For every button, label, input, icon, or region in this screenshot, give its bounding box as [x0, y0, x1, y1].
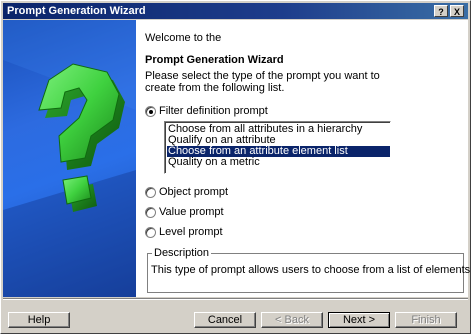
list-item[interactable]: Quality on a metric: [167, 157, 390, 168]
instructions-text: Please select the type of the prompt you…: [145, 70, 380, 94]
welcome-text: Welcome to the: [145, 32, 222, 44]
description-text: This type of prompt allows users to choo…: [151, 264, 471, 276]
radio-label-object: Object prompt: [159, 186, 229, 198]
wizard-heading: Prompt Generation Wizard: [145, 54, 284, 66]
help-icon[interactable]: ?: [434, 5, 448, 17]
wizard-body: Welcome to the Prompt Generation Wizard …: [3, 20, 471, 297]
close-icon[interactable]: X: [450, 5, 464, 17]
description-groupbox: Description This type of prompt allows u…: [147, 247, 471, 293]
title-bar[interactable]: Prompt Generation Wizard ? X: [3, 3, 468, 19]
radio-label-filter: Filter definition prompt: [159, 105, 268, 117]
radio-label-level: Level prompt: [159, 226, 223, 238]
next-button[interactable]: Next >: [328, 312, 390, 328]
help-button[interactable]: Help: [8, 312, 70, 328]
radio-selected-dot: [149, 110, 153, 114]
radio-button[interactable]: [145, 227, 156, 238]
description-legend: Description: [152, 247, 212, 259]
wizard-content: Welcome to the Prompt Generation Wizard …: [144, 20, 471, 297]
finish-button[interactable]: Finish: [395, 312, 457, 328]
wizard-window: Prompt Generation Wizard ? X Welcome to …: [0, 0, 471, 334]
button-separator: [3, 298, 468, 300]
radio-button[interactable]: [145, 207, 156, 218]
radio-button[interactable]: [145, 187, 156, 198]
cancel-button[interactable]: Cancel: [194, 312, 256, 328]
window-title: Prompt Generation Wizard: [7, 5, 146, 17]
radio-button[interactable]: [145, 106, 156, 117]
wizard-question-mark-graphic: [3, 20, 136, 297]
radio-label-value: Value prompt: [159, 206, 224, 218]
filter-type-listbox[interactable]: Choose from all attributes in a hierarch…: [164, 121, 391, 174]
question-mark-icon: [3, 20, 136, 297]
back-button[interactable]: < Back: [261, 312, 323, 328]
